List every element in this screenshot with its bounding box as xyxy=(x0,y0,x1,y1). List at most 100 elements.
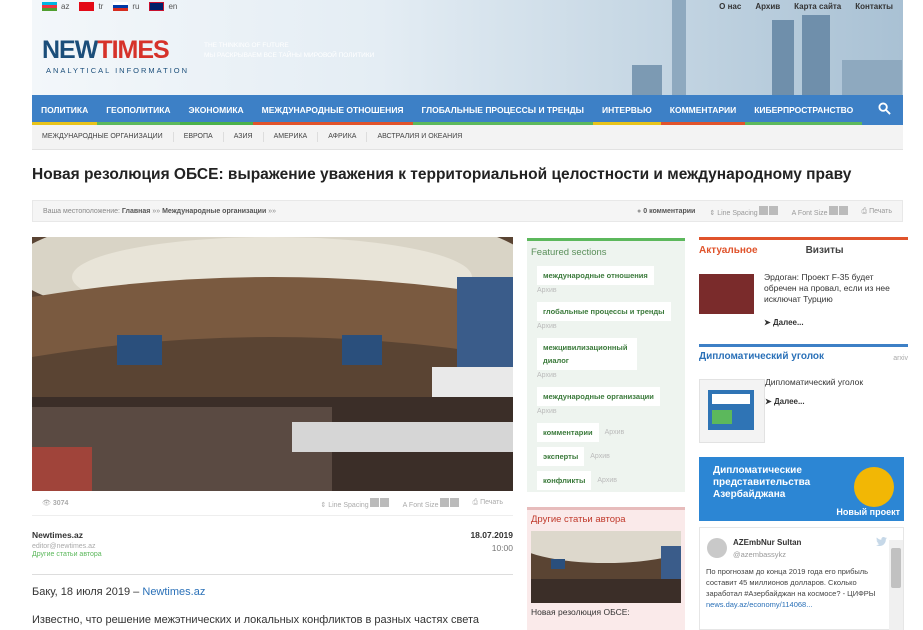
news-thumbnail[interactable] xyxy=(699,274,754,314)
line-spacing-control[interactable]: ⇕ Line Spacing xyxy=(320,497,389,509)
comment-icon: ● xyxy=(637,208,642,215)
link-about[interactable]: О нас xyxy=(719,2,741,11)
lang-en[interactable]: en xyxy=(149,2,177,11)
nav-item-comments[interactable]: КОММЕНТАРИИ xyxy=(660,95,746,125)
decrease-icon[interactable] xyxy=(379,497,389,507)
archive-link[interactable]: Архив xyxy=(537,323,681,330)
font-size-control[interactable]: A Font Size xyxy=(403,497,459,509)
scrollbar-thumb[interactable] xyxy=(891,548,901,588)
subnav-item-asia[interactable]: АЗИЯ xyxy=(224,132,264,142)
increase-icon[interactable] xyxy=(758,206,768,215)
line-spacing-icon: ⇕ xyxy=(320,501,327,509)
decrease-icon[interactable] xyxy=(449,497,459,507)
font-size-control[interactable]: A Font Size xyxy=(792,206,848,217)
more-link[interactable]: ➤ Далее... xyxy=(764,318,804,327)
featured-item[interactable]: конфликты xyxy=(537,471,592,490)
more-link[interactable]: ➤ Далее... xyxy=(765,397,805,406)
embassies-banner[interactable]: Дипломатические представительства Азерба… xyxy=(699,457,904,521)
arrow-icon: ➤ xyxy=(764,318,771,327)
link-contacts[interactable]: Контакты xyxy=(855,2,893,11)
archive-link[interactable]: Архив xyxy=(537,408,681,415)
news-title[interactable]: Эрдоган: Проект F-35 будет обречен на пр… xyxy=(764,272,904,305)
link-sitemap[interactable]: Карта сайта xyxy=(794,2,841,11)
uk-flag-icon xyxy=(149,2,165,11)
other-article-thumbnail[interactable] xyxy=(531,531,681,603)
main-nav: ПОЛИТИКА ГЕОПОЛИТИКА ЭКОНОМИКА МЕЖДУНАРО… xyxy=(32,95,903,125)
avatar[interactable] xyxy=(707,538,727,558)
line-spacing-control[interactable]: ⇕ Line Spacing xyxy=(709,206,778,217)
featured-item[interactable]: международные отношения xyxy=(537,266,654,285)
diplomatic-corner-heading: Дипломатический уголок arxiv xyxy=(699,344,908,366)
article-time: 10:00 xyxy=(491,543,513,553)
author-block: Newtimes.az editor@newtimes.az Другие ст… xyxy=(32,530,513,570)
arrow-icon: ➤ xyxy=(765,397,772,406)
lead-link[interactable]: Newtimes.az xyxy=(142,586,205,598)
globe-icon xyxy=(854,467,894,507)
subnav-item-intl-orgs[interactable]: МЕЖДУНАРОДНЫЕ ОРГАНИЗАЦИИ xyxy=(32,132,174,142)
increase-icon[interactable] xyxy=(439,497,449,507)
featured-item[interactable]: глобальные процессы и тренды xyxy=(537,302,671,321)
author-name[interactable]: Newtimes.az xyxy=(32,530,513,540)
print-button[interactable]: ⎙ Печать xyxy=(862,208,893,216)
nav-item-international-relations[interactable]: МЕЖДУНАРОДНЫЕ ОТНОШЕНИЯ xyxy=(252,95,413,125)
language-switcher: az tr ru en xyxy=(42,2,177,11)
nav-item-economy[interactable]: ЭКОНОМИКА xyxy=(179,95,253,125)
archive-link[interactable]: Архив xyxy=(537,372,681,379)
lang-az[interactable]: az xyxy=(42,2,69,11)
twitter-icon[interactable] xyxy=(876,537,887,546)
tagline: THE THINKING OF FUTURE МЫ РАСКРЫВАЕМ ВСЕ… xyxy=(204,41,374,61)
breadcrumb: Ваша местоположение: Главная »» Междунар… xyxy=(32,200,903,222)
lang-ru[interactable]: ru xyxy=(113,2,139,11)
archive-link[interactable]: Архив xyxy=(537,287,681,294)
breadcrumb-home[interactable]: Главная xyxy=(122,208,150,215)
diplomatic-corner-title[interactable]: Дипломатический уголок xyxy=(765,377,863,387)
twitter-widget: AZEmbNur Sultan @azembassykz По прогноза… xyxy=(699,527,904,630)
breadcrumb-prefix: Ваша местоположение: xyxy=(43,207,120,215)
featured-item[interactable]: международные организации xyxy=(537,387,660,406)
archive-link[interactable]: Архив xyxy=(590,453,610,460)
subnav-item-australia[interactable]: АВСТРАЛИЯ И ОКЕАНИЯ xyxy=(367,132,472,142)
tab-visits[interactable]: Визиты xyxy=(806,245,844,261)
author-email[interactable]: editor@newtimes.az xyxy=(32,543,513,550)
comments-link[interactable]: ● 0 комментарии xyxy=(637,208,695,215)
tab-actual[interactable]: Актуальное xyxy=(699,245,758,261)
article-tools: ● 0 комментарии ⇕ Line Spacing A Font Si… xyxy=(637,206,892,217)
tweet-link[interactable]: news.day.az/economy/114068... xyxy=(706,600,812,609)
search-icon[interactable] xyxy=(878,102,891,115)
sidebar-tabs: Актуальное Визиты xyxy=(699,237,908,261)
nav-item-politics[interactable]: ПОЛИТИКА xyxy=(32,95,98,125)
site-logo[interactable]: NEWTIMES xyxy=(42,36,170,65)
link-archive[interactable]: Архив xyxy=(755,2,780,11)
tweet-author[interactable]: AZEmbNur Sultan xyxy=(733,538,801,547)
decrease-icon[interactable] xyxy=(768,206,778,215)
decrease-icon[interactable] xyxy=(838,206,848,215)
article-meta: 👁 3074 ⇕ Line Spacing A Font Size ⎙ Печа… xyxy=(32,491,513,516)
nav-item-cyberspace[interactable]: КИБЕРПРОСТРАНСТВО xyxy=(745,95,863,125)
nav-item-interview[interactable]: ИНТЕРВЬЮ xyxy=(592,95,661,125)
print-button[interactable]: ⎙ Печать xyxy=(473,499,504,507)
archive-link[interactable]: Архив xyxy=(605,429,625,436)
subnav-item-africa[interactable]: АФРИКА xyxy=(318,132,368,142)
author-other-articles-link[interactable]: Другие статьи автора xyxy=(32,551,513,558)
book-cover[interactable] xyxy=(699,379,765,443)
archive-link[interactable]: Архив xyxy=(597,477,617,484)
widget-scrollbar[interactable] xyxy=(889,540,903,630)
site-header: az tr ru en О нас Архив Карта сайта Конт… xyxy=(32,0,903,95)
nav-item-geopolitics[interactable]: ГЕОПОЛИТИКА xyxy=(97,95,180,125)
increase-icon[interactable] xyxy=(369,497,379,507)
lang-tr[interactable]: tr xyxy=(79,2,103,11)
subnav-item-america[interactable]: АМЕРИКА xyxy=(264,132,319,142)
nav-item-global-processes[interactable]: ГЛОБАЛЬНЫЕ ПРОЦЕССЫ И ТРЕНДЫ xyxy=(412,95,593,125)
featured-item[interactable]: межцивилизационный диалог xyxy=(537,338,637,370)
featured-heading: Featured sections xyxy=(531,247,607,258)
diplomatic-archive-link[interactable]: arxiv xyxy=(893,355,908,362)
featured-item[interactable]: комментарии xyxy=(537,423,599,442)
subnav-item-europe[interactable]: ЕВРОПА xyxy=(174,132,224,142)
breadcrumb-separator: »» xyxy=(268,207,276,215)
breadcrumb-section[interactable]: Международные организации xyxy=(162,208,266,215)
turkey-flag-icon xyxy=(79,2,95,11)
tweet-handle[interactable]: @azembassykz xyxy=(733,550,786,559)
other-article-caption[interactable]: Новая резолюция ОБСЕ: xyxy=(531,607,681,617)
increase-icon[interactable] xyxy=(828,206,838,215)
featured-item[interactable]: эксперты xyxy=(537,447,585,466)
